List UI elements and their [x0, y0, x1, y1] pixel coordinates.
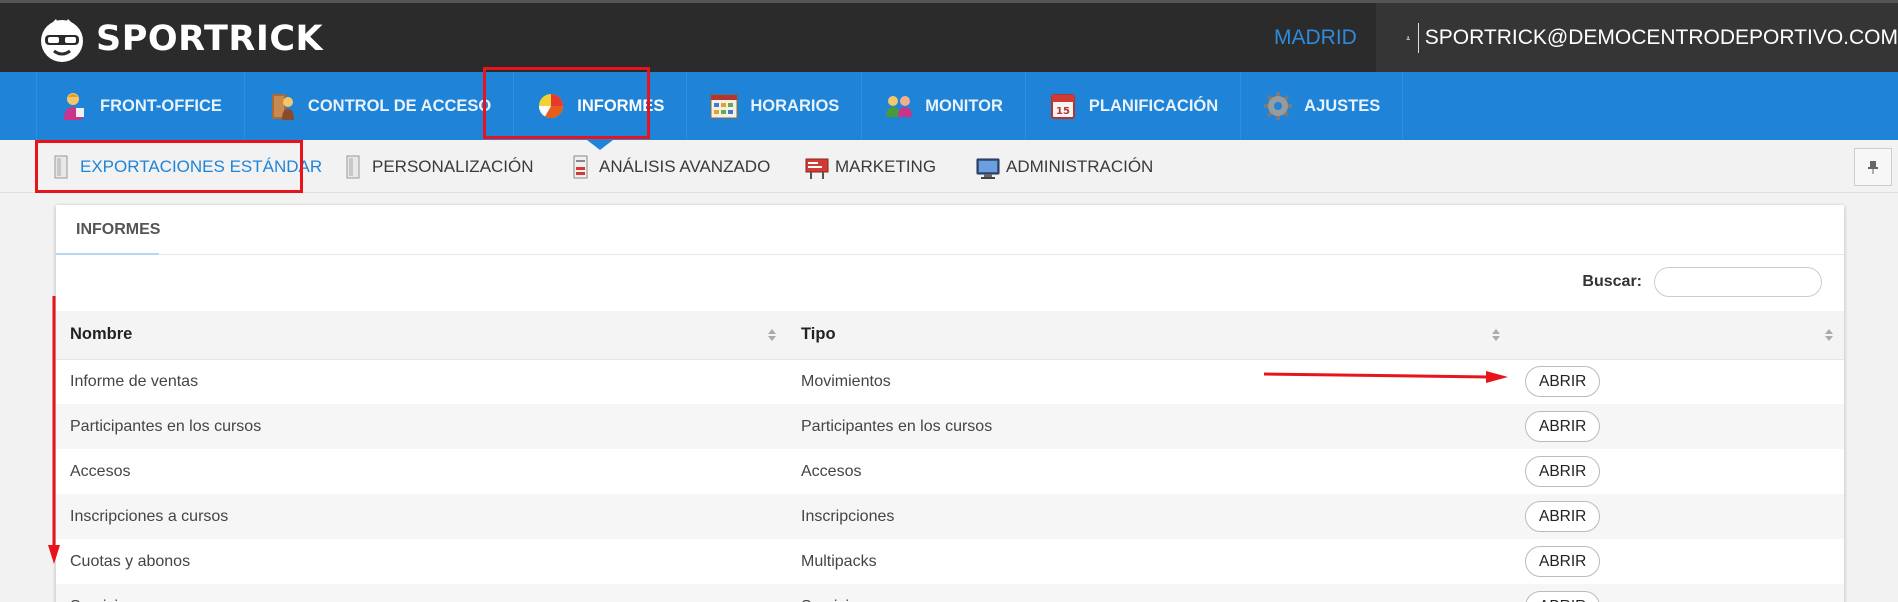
cell-nombre: Cuotas y abonos	[56, 539, 787, 584]
cell-nombre: Inscripciones a cursos	[56, 494, 787, 539]
cell-tipo: Accesos	[787, 449, 1511, 494]
nav-monitor[interactable]: MONITOR	[861, 72, 1025, 140]
search-label: Buscar:	[1582, 273, 1642, 290]
nav-label: INFORMES	[577, 96, 665, 115]
cell-tipo: Servicios	[787, 584, 1511, 602]
column-header-tipo[interactable]: Tipo	[787, 311, 1511, 360]
sort-icon	[1492, 329, 1500, 341]
pin-icon	[1868, 161, 1878, 174]
monitor-people-icon	[886, 96, 913, 117]
nav-label: PLANIFICACIÓN	[1088, 96, 1219, 115]
document-icon	[346, 155, 360, 178]
nav-planificacion[interactable]: 15 PLANIFICACIÓN	[1024, 72, 1240, 140]
subnav-label: PERSONALIZACIÓN	[372, 156, 534, 176]
column-header-nombre[interactable]: Nombre	[56, 311, 787, 360]
table-header-row: Nombre Tipo	[56, 311, 1844, 360]
nav-front-office[interactable]: FRONT-OFFICE	[36, 72, 244, 140]
cell-tipo: Movimientos	[787, 359, 1511, 404]
nav-label: HORARIOS	[750, 96, 840, 115]
gear-icon	[1264, 92, 1293, 120]
search-row: Buscar:	[1582, 267, 1822, 297]
subnav-administracion[interactable]: ADMINISTRACIÓN	[976, 140, 1153, 193]
nav-label: AJUSTES	[1304, 96, 1381, 115]
user-email: SPORTRICK@DEMOCENTRODEPORTIVO.COM	[1424, 25, 1898, 49]
table-row: Accesos Accesos ABRIR	[56, 449, 1844, 494]
subnav-label: MARKETING	[835, 156, 937, 176]
cell-nombre: Participantes en los cursos	[56, 404, 787, 449]
calendar-grid-icon	[710, 94, 738, 119]
sportrick-mascot-icon	[41, 19, 83, 62]
abrir-button[interactable]: ABRIR	[1525, 366, 1601, 398]
table-row: Participantes en los cursos Participante…	[56, 404, 1844, 449]
tab-informes[interactable]: INFORMES	[76, 205, 162, 255]
nav-control-de-acceso[interactable]: CONTROL DE ACCESO	[243, 72, 513, 140]
brand-name: SPORTRICK	[96, 19, 324, 59]
table-row: Inscripciones a cursos Inscripciones ABR…	[56, 494, 1844, 539]
column-header-actions[interactable]	[1511, 311, 1844, 360]
tab-active-underline	[56, 253, 159, 255]
subnav-personalizacion[interactable]: PERSONALIZACIÓN	[342, 140, 534, 193]
sort-icon	[768, 329, 776, 341]
table-row: Informe de ventas Movimientos ABRIR	[56, 359, 1844, 404]
abrir-button[interactable]: ABRIR	[1525, 546, 1601, 577]
cell-tipo: Multipacks	[787, 539, 1511, 584]
user-account[interactable]: SPORTRICK@DEMOCENTRODEPORTIVO.COM	[1376, 3, 1898, 72]
top-header: SPORTRICK MADRID SPORTRICK@DEMOCENTRODEP…	[0, 0, 1898, 72]
cell-tipo: Participantes en los cursos	[787, 404, 1511, 449]
table-row: Cuotas y abonos Multipacks ABRIR	[56, 539, 1844, 584]
sort-icon	[1825, 329, 1833, 341]
reports-table: Nombre Tipo Informe de ventas Movimiento…	[56, 311, 1844, 602]
table-row: Servicios Servicios ABRIR	[56, 584, 1844, 602]
access-control-icon	[271, 94, 294, 120]
nav-label: CONTROL DE ACCESO	[307, 96, 492, 115]
pin-menu-button[interactable]	[1854, 148, 1892, 186]
main-nav: FRONT-OFFICE CONTROL DE ACCESO INFORMES	[0, 72, 1898, 150]
subnav-marketing[interactable]: MARKETING	[805, 140, 936, 193]
subnav-exportaciones-estandar[interactable]: EXPORTACIONES ESTÁNDAR	[50, 140, 322, 193]
nav-horarios[interactable]: HORARIOS	[686, 72, 861, 140]
abrir-button[interactable]: ABRIR	[1525, 456, 1601, 487]
reports-panel: INFORMES Buscar: Nombre Tipo Informe de …	[56, 205, 1844, 602]
pie-chart-icon	[539, 94, 564, 119]
nav-label: MONITOR	[925, 96, 1003, 115]
svg-text:15: 15	[1056, 106, 1070, 117]
document-icon	[54, 155, 68, 178]
abrir-button[interactable]: ABRIR	[1525, 591, 1601, 602]
abrir-button[interactable]: ABRIR	[1525, 411, 1601, 442]
computer-icon	[976, 158, 1000, 179]
cell-tipo: Inscripciones	[787, 494, 1511, 539]
panel-tab-bar: INFORMES	[56, 205, 1844, 255]
subnav-label: EXPORTACIONES ESTÁNDAR	[80, 156, 323, 176]
city-selector[interactable]: MADRID	[1274, 3, 1357, 72]
front-office-person-icon	[64, 93, 84, 120]
cell-nombre: Accesos	[56, 449, 787, 494]
nav-informes[interactable]: INFORMES	[513, 72, 686, 150]
planner-calendar-icon: 15	[1050, 94, 1075, 119]
subnav-label: ADMINISTRACIÓN	[1006, 156, 1154, 176]
user-icon	[1406, 35, 1410, 40]
search-input[interactable]	[1654, 267, 1822, 297]
cell-nombre: Servicios	[56, 584, 787, 602]
nav-ajustes[interactable]: AJUSTES	[1240, 72, 1404, 140]
marketing-board-icon	[805, 158, 829, 179]
report-icon	[573, 155, 588, 178]
active-caret	[587, 140, 614, 150]
subnav-label: ANÁLISIS AVANZADO	[599, 156, 771, 176]
nav-label: FRONT-OFFICE	[100, 96, 222, 115]
cell-nombre: Informe de ventas	[56, 359, 787, 404]
abrir-button[interactable]: ABRIR	[1525, 501, 1601, 532]
sub-nav: EXPORTACIONES ESTÁNDAR PERSONALIZACIÓN A…	[0, 140, 1898, 193]
sportrick-logo[interactable]: SPORTRICK	[36, 11, 323, 67]
